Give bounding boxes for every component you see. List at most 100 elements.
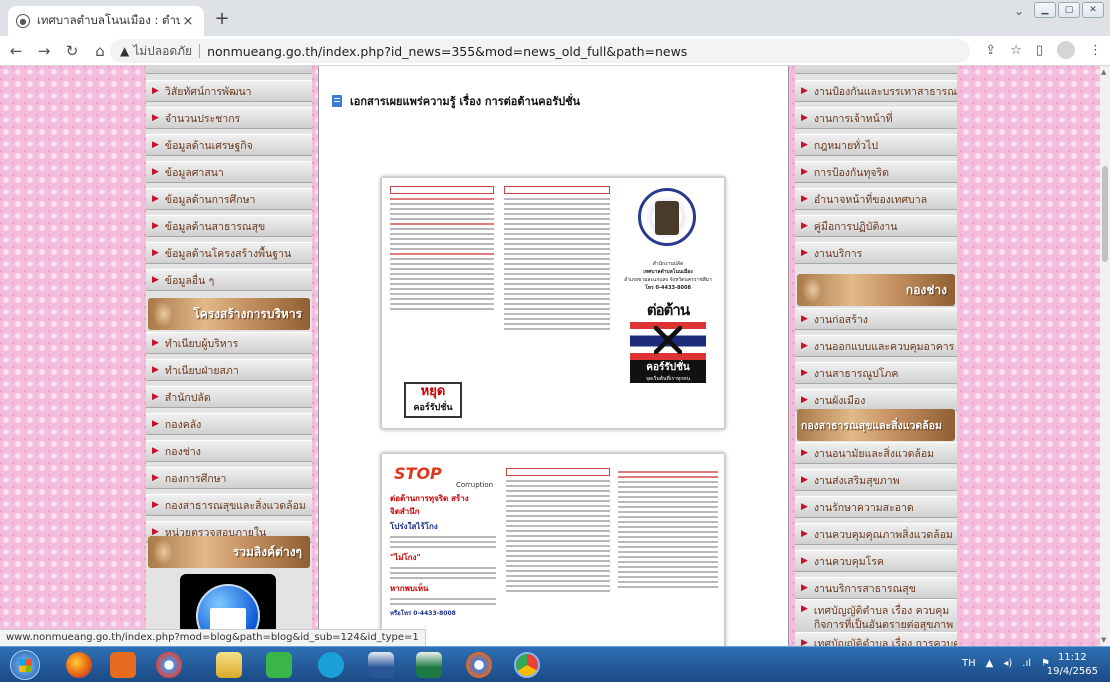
arrow-right-icon: ▶ (801, 167, 808, 177)
menu-kebab-icon[interactable]: ⋮ (1089, 43, 1102, 58)
arrow-right-icon: ▶ (801, 583, 808, 593)
firefox-icon[interactable] (66, 652, 92, 678)
arrow-right-icon: ▶ (801, 475, 808, 485)
address-bar[interactable]: ▲ ไม่ปลอดภัย nonmueang.go.th/index.php?i… (110, 39, 970, 63)
sidebar-item[interactable]: ▶ ทำเนียบฝ่ายสภา (146, 359, 312, 381)
sidebar-item[interactable]: ▶ งานผังเมือง (795, 389, 957, 411)
arrow-right-icon: ▶ (801, 368, 808, 378)
brochure-image-1[interactable]: หยุด คอร์รัปชั่น สำนักงานปลัด เทศบาลตำบล… (381, 177, 725, 429)
colorful-app-icon[interactable] (156, 652, 182, 678)
excel-icon[interactable] (416, 652, 442, 678)
arrow-right-icon: ▶ (152, 473, 159, 483)
warning-icon: ▲ (120, 44, 130, 58)
sidebar-item[interactable]: ▶ วิสัยทัศน์การพัฒนา (146, 80, 312, 102)
bookmark-star-icon[interactable]: ☆ (1010, 43, 1022, 58)
close-window-button[interactable]: ✕ (1082, 2, 1104, 18)
volume-icon[interactable]: ◂) (1003, 658, 1012, 669)
sidebar-item[interactable]: ▶ งานบริการสาธารณสุข (795, 577, 957, 599)
sidebar-item-partial[interactable]: ▶ (795, 66, 957, 74)
sidebar-item[interactable]: ▶ งานสาธารณูปโภค (795, 362, 957, 384)
sidebar-item[interactable]: ▶ งานควบคุมคุณภาพสิ่งแวดล้อม (795, 523, 957, 545)
sidebar-item[interactable]: ▶ งานบริการ (795, 242, 957, 264)
sidebar-item[interactable]: ▶ กองคลัง (146, 413, 312, 435)
sidebar-item[interactable]: ▶ ทำเนียบผู้บริหาร (146, 332, 312, 354)
sidebar-item[interactable]: ▶ งานออกแบบและควบคุมอาคาร (795, 335, 957, 357)
scrollbar-thumb[interactable] (1102, 166, 1108, 262)
arrow-right-icon: ▶ (152, 167, 159, 177)
taskbar-clock[interactable]: 11:12 19/4/2565 (1047, 651, 1098, 679)
section-header-health: กองสาธารณสุขและสิ่งแวดล้อม (797, 409, 955, 441)
chevron-down-icon[interactable]: ⌄ (1014, 4, 1024, 18)
omnibox-divider (199, 44, 201, 58)
arrow-right-icon: ▶ (152, 248, 159, 258)
sidebar-item[interactable]: ▶ คู่มือการปฏิบัติงาน (795, 215, 957, 237)
forward-button[interactable]: → (32, 42, 56, 60)
sidebar-item[interactable]: ▶ งานส่งเสริมสุขภาพ (795, 469, 957, 491)
sidebar-item[interactable]: ▶ อำนาจหน้าที่ของเทศบาล (795, 188, 957, 210)
arrow-right-icon: ▶ (801, 604, 808, 614)
new-tab-button[interactable]: + (212, 8, 232, 29)
browser-tab[interactable]: ● เทศบาลตำบลโนนเมือง : ตำบลโนน × (8, 6, 204, 36)
right-sidebar: ▶ ▶งานป้องกันและบรรเทาสาธารณภัย ▶งานการเ… (795, 66, 957, 646)
sidebar-item[interactable]: ▶ เทศบัญญัติตำบล เรื่อง การควบคุม (795, 632, 957, 646)
sidebar-item[interactable]: ▶ เทศบัญญัติตำบล เรื่อง ควบคุมกิจการที่เป… (795, 599, 957, 635)
arrow-right-icon: ▶ (801, 502, 808, 512)
arrow-right-icon: ▶ (152, 419, 159, 429)
sidebar-item[interactable]: ▶ กองสาธารณสุขและสิ่งแวดล้อม (146, 494, 312, 516)
chrome-icon[interactable] (514, 652, 540, 678)
sidepanel-icon[interactable]: ▯ (1036, 43, 1043, 58)
arrow-right-icon: ▶ (801, 395, 808, 405)
back-button[interactable]: ← (4, 42, 28, 60)
page-scrollbar[interactable]: ▲ ▼ (1100, 66, 1110, 646)
arrow-right-icon: ▶ (152, 66, 159, 68)
file-explorer-icon[interactable] (216, 652, 242, 678)
reload-button[interactable]: ↻ (60, 42, 84, 60)
scroll-down-icon[interactable]: ▼ (1101, 636, 1106, 644)
scroll-up-icon[interactable]: ▲ (1101, 68, 1106, 76)
sidebar-item[interactable]: ▶ ข้อมูลด้านสาธารณสุข (146, 215, 312, 237)
profile-avatar[interactable] (1057, 41, 1075, 59)
word-icon[interactable] (368, 652, 394, 678)
sidebar-item[interactable]: ▶ งานป้องกันและบรรเทาสาธารณภัย (795, 80, 957, 102)
sidebar-item[interactable]: ▶ กองการศึกษา (146, 467, 312, 489)
sidebar-item[interactable]: ▶ สำนักปลัด (146, 386, 312, 408)
minimize-button[interactable]: ▁ (1034, 2, 1056, 18)
sidebar-item[interactable]: ▶ กองช่าง (146, 440, 312, 462)
home-button[interactable]: ⌂ (88, 42, 112, 60)
sidebar-item[interactable]: ▶ ข้อมูลด้านโครงสร้างพื้นฐาน (146, 242, 312, 264)
sidebar-item[interactable]: ▶ งานรักษาความสะอาด (795, 496, 957, 518)
news-title: เอกสารเผยแพร่ความรู้ เรื่อง การต่อต้านคอ… (332, 92, 580, 110)
sidebar-item[interactable]: ▶ กฎหมายทั่วไป (795, 134, 957, 156)
zoom-icon[interactable] (318, 652, 344, 678)
globe-icon: ● (16, 14, 30, 28)
sidebar-item[interactable]: ▶ ข้อมูลศาสนา (146, 161, 312, 183)
arrow-right-icon: ▶ (152, 500, 159, 510)
share-icon[interactable]: ⇪ (985, 43, 996, 58)
browser-toolbar: ← → ↻ ⌂ ▲ ไม่ปลอดภัย nonmueang.go.th/ind… (0, 36, 1110, 66)
sidebar-item[interactable]: ▶ งานควบคุมโรค (795, 550, 957, 572)
tray-arrow-icon[interactable]: ▲ (986, 658, 994, 669)
arrow-right-icon: ▶ (801, 556, 808, 566)
language-indicator[interactable]: TH (962, 658, 976, 669)
maximize-button[interactable]: ▢ (1058, 2, 1080, 18)
sidebar-item[interactable]: ▶ งานอนามัยและสิ่งแวดล้อม (795, 442, 957, 464)
sidebar-item[interactable]: ▶ การป้องกันทุจริต (795, 161, 957, 183)
brochure-image-2[interactable]: STOP Corruption ต่อต้านการทุจริต สร้างจิ… (381, 453, 725, 646)
sidebar-item[interactable]: ▶ ข้อมูลด้านเศรษฐกิจ (146, 134, 312, 156)
line-icon[interactable] (266, 652, 292, 678)
arrow-right-icon: ▶ (152, 446, 159, 456)
sidebar-item-partial[interactable]: ▶ (146, 66, 312, 74)
browser-app-icon[interactable] (466, 652, 492, 678)
arrow-right-icon: ▶ (801, 66, 808, 68)
start-button[interactable] (10, 650, 40, 680)
sidebar-item[interactable]: ▶ งานก่อสร้าง (795, 308, 957, 330)
sidebar-item[interactable]: ▶ ข้อมูลอื่น ๆ (146, 269, 312, 291)
municipality-seal (638, 188, 696, 246)
main-content: เอกสารเผยแพร่ความรู้ เรื่อง การต่อต้านคอ… (318, 66, 788, 646)
sidebar-item[interactable]: ▶ ข้อมูลด้านการศึกษา (146, 188, 312, 210)
tab-close-button[interactable]: × (180, 14, 196, 29)
network-signal-icon[interactable]: .ıl (1022, 658, 1031, 669)
sidebar-item[interactable]: ▶ งานการเจ้าหน้าที่ (795, 107, 957, 129)
sidebar-item[interactable]: ▶ จำนวนประชากร (146, 107, 312, 129)
office-icon[interactable] (110, 652, 136, 678)
